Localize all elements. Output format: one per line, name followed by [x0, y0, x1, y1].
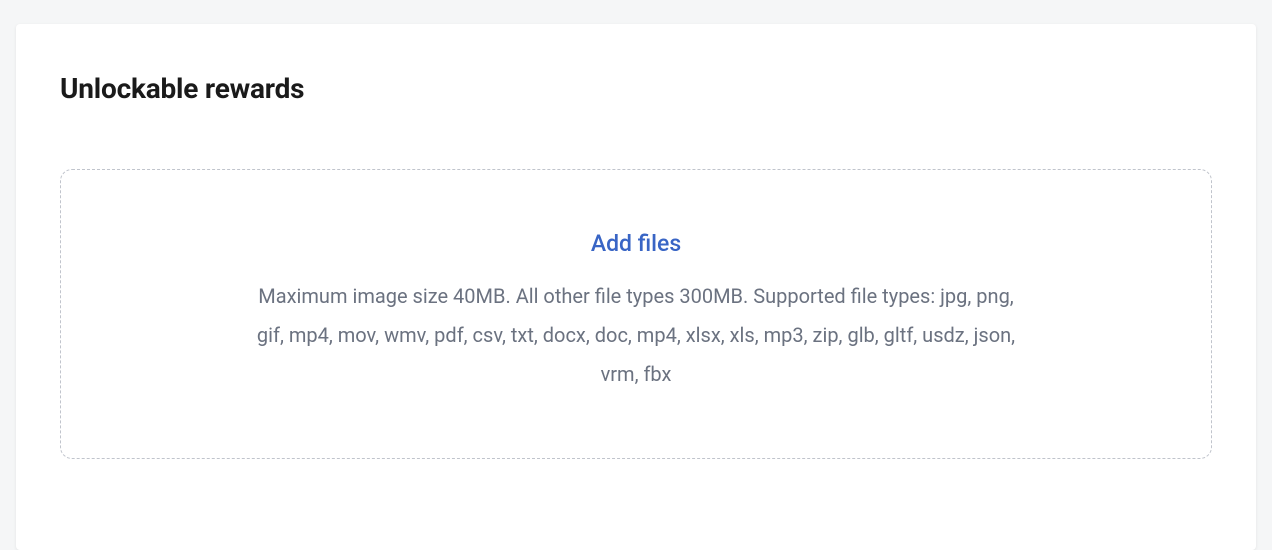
upload-help-text: Maximum image size 40MB. All other file …: [246, 277, 1026, 394]
add-files-button[interactable]: Add files: [591, 230, 681, 257]
file-dropzone[interactable]: Add files Maximum image size 40MB. All o…: [60, 169, 1212, 459]
unlockable-rewards-card: Unlockable rewards Add files Maximum ima…: [16, 24, 1256, 550]
section-title: Unlockable rewards: [60, 72, 1212, 105]
